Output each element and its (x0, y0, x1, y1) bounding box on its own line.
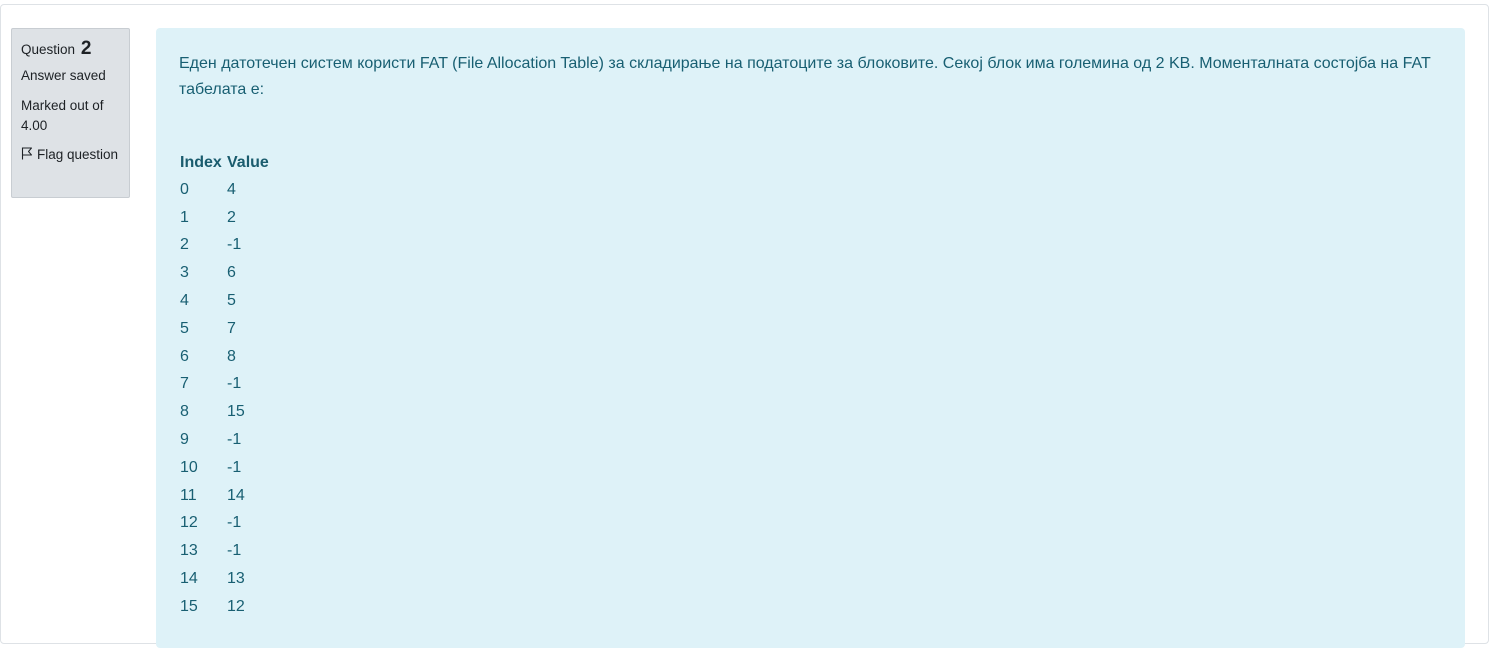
fat-table-cell-index: 15 (180, 597, 198, 615)
fat-table-row: 15 12 (179, 593, 287, 621)
fat-table-row: 12 -1 (179, 510, 287, 538)
fat-table-cell-index: 7 (180, 375, 189, 393)
fat-table-cell-value: 8 (227, 347, 236, 365)
fat-table-cell-value: 13 (227, 570, 245, 588)
fat-table-cell-index: 11 (180, 486, 197, 504)
fat-table-cell-value: -1 (227, 431, 242, 449)
fat-table-row: 11 14 (179, 482, 287, 510)
fat-table-cell-index: 13 (180, 542, 198, 560)
flag-question-link[interactable]: Flag question (21, 145, 120, 165)
fat-table-cell-value: 5 (227, 292, 236, 310)
fat-table-row: 2 -1 (179, 232, 287, 260)
fat-table-cell-index: 2 (180, 236, 189, 254)
question-info-panel: Question 2 Answer saved Marked out of 4.… (11, 28, 130, 198)
fat-table-cell-value: -1 (227, 458, 242, 476)
fat-table-row: 14 13 (179, 565, 287, 593)
fat-table-cell-value: 4 (227, 180, 236, 198)
fat-table-row: 8 15 (179, 398, 287, 426)
fat-table-cell-value: 6 (227, 264, 236, 282)
fat-table-cell-index: 5 (180, 319, 189, 337)
fat-table-row: 10 -1 (179, 454, 287, 482)
question-number: 2 (80, 38, 92, 59)
fat-table-header-value: Value (227, 154, 269, 171)
fat-table-cell-value: 14 (227, 486, 245, 504)
flag-icon (21, 147, 32, 160)
fat-table-cell-index: 6 (180, 347, 189, 365)
fat-table-row: 36 (179, 259, 287, 287)
question-state: Answer saved (21, 68, 106, 83)
fat-table-cell-value: -1 (227, 375, 242, 393)
fat-table: Index Value 0 4 1 2 2 -1 3 6 4 5 5 7 6 8 7 -1 8 15 9 -1 10 -1… (179, 150, 287, 621)
fat-table-cell-index: 14 (180, 570, 198, 588)
fat-table-row: 45 (179, 287, 287, 315)
question-label: Question (21, 42, 76, 57)
fat-table-cell-index: 9 (180, 431, 189, 449)
question-content: Еден датотечен систем користи FAT (File … (156, 28, 1465, 648)
fat-table-cell-value: -1 (227, 542, 242, 560)
flag-question-label: Flag question (37, 147, 119, 162)
fat-table-row: 12 (179, 204, 287, 232)
fat-table-header-index: Index (180, 154, 222, 171)
question-text: Еден датотечен систем користи FAT (File … (179, 55, 1431, 98)
question-grade: Marked out of 4.00 (21, 98, 104, 133)
question-heading: Question 2 (21, 39, 120, 60)
fat-table-row: 68 (179, 343, 287, 371)
fat-table-row: 13 -1 (179, 537, 287, 565)
fat-table-cell-value: 7 (227, 319, 236, 337)
fat-table-cell-value: -1 (227, 236, 242, 254)
fat-table-cell-index: 3 (180, 264, 189, 282)
fat-table-row: 9 -1 (179, 426, 287, 454)
fat-table-row: 7 -1 (179, 371, 287, 399)
fat-table-cell-index: 8 (180, 403, 189, 421)
fat-table-cell-index: 4 (180, 292, 189, 310)
fat-table-cell-value: -1 (227, 514, 242, 532)
fat-table-row: 04 (179, 176, 287, 204)
fat-table-row: 57 (179, 315, 287, 343)
fat-table-cell-index: 10 (180, 458, 198, 476)
fat-table-cell-index: 12 (180, 514, 198, 532)
fat-table-cell-value: 15 (227, 403, 245, 421)
fat-table-cell-value: 12 (227, 597, 245, 615)
fat-table-header-row: Index Value (179, 150, 287, 176)
fat-table-cell-index: 1 (180, 208, 189, 226)
fat-table-cell-value: 2 (227, 208, 236, 226)
fat-table-cell-index: 0 (180, 180, 189, 198)
